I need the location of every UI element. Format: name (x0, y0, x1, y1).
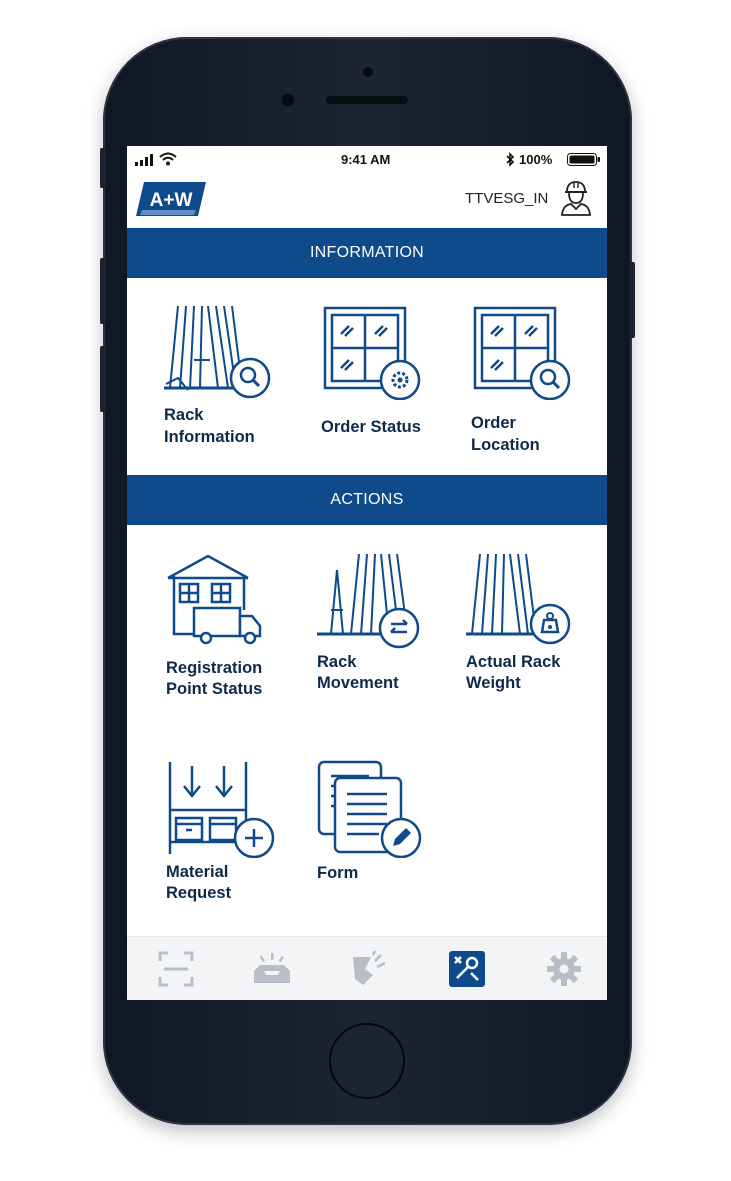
power-button (629, 262, 635, 338)
tile-label: Form (317, 864, 359, 882)
tile-rack-movement[interactable]: Rack Movement (317, 550, 457, 694)
tile-label: Material Request (166, 863, 232, 902)
form-edit-icon (317, 760, 422, 858)
tile-label: Actual Rack Weight (466, 653, 561, 692)
username-label: TTVESG_IN (465, 190, 549, 207)
worker-avatar-icon[interactable] (559, 178, 593, 216)
app-screen: 9:41 AM 100% A+W TTVESG_IN INFORMATION R… (127, 146, 607, 1000)
tile-order-location[interactable]: Order Location (471, 304, 607, 456)
front-camera (363, 67, 373, 77)
broken-glass-icon[interactable] (349, 949, 389, 989)
volume-down-button (100, 346, 106, 412)
proximity-sensor (282, 94, 294, 106)
app-header: A+W TTVESG_IN (127, 174, 607, 226)
bottom-tab-bar (127, 936, 607, 1000)
shelf-add-icon (168, 762, 275, 858)
svg-text:A+W: A+W (150, 190, 193, 211)
tile-label: Registration Point Status (166, 659, 263, 698)
tile-form[interactable]: Form (317, 758, 457, 884)
rack-arrows-icon (317, 553, 420, 649)
tray-alert-icon[interactable] (252, 949, 292, 989)
tile-actual-rack-weight[interactable]: Actual Rack Weight (466, 550, 606, 694)
volume-up-button (100, 258, 106, 324)
section-header-information: INFORMATION (127, 228, 607, 278)
gear-icon[interactable] (544, 949, 584, 989)
earpiece-speaker (326, 96, 408, 104)
scan-icon[interactable] (156, 949, 196, 989)
rack-weight-icon (466, 553, 571, 645)
mute-switch (100, 148, 106, 188)
tile-order-status[interactable]: Order Status (321, 304, 461, 438)
tile-label: Rack Movement (317, 653, 399, 692)
aw-logo: A+W (136, 182, 206, 216)
tile-registration-point-status[interactable]: Registration Point Status (166, 552, 306, 700)
house-truck-icon (167, 554, 262, 645)
home-button[interactable] (329, 1023, 405, 1099)
tile-label: Order Status (321, 418, 421, 436)
battery-percent: 100% (519, 152, 553, 167)
signal-icon (135, 154, 153, 166)
rack-search-icon (164, 305, 271, 399)
bluetooth-icon (506, 152, 515, 167)
battery-icon (567, 153, 600, 166)
section-header-actions: ACTIONS (127, 475, 607, 525)
status-time: 9:41 AM (341, 152, 391, 167)
tools-icon[interactable] (447, 949, 487, 989)
tile-material-request[interactable]: Material Request (166, 760, 306, 904)
window-gear-icon (323, 306, 421, 400)
window-search-icon (473, 306, 571, 400)
tile-rack-information[interactable]: Rack Information (164, 300, 304, 448)
tile-label: Rack Information (164, 406, 255, 446)
tile-label: Order Location (471, 414, 540, 454)
status-bar: 9:41 AM 100% (127, 146, 607, 174)
wifi-icon (159, 152, 177, 166)
